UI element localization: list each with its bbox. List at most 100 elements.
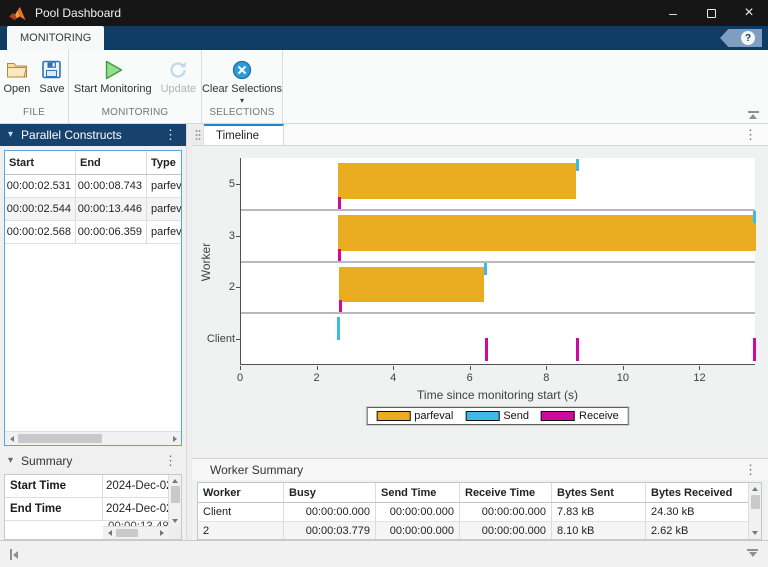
- column-header[interactable]: Bytes Sent: [552, 483, 646, 502]
- tab-timeline[interactable]: Timeline: [204, 124, 284, 145]
- maximize-button[interactable]: [692, 0, 730, 26]
- scrollbar-thumb[interactable]: [116, 529, 138, 537]
- receive-tick[interactable]: [753, 338, 756, 361]
- summary-row[interactable]: Start Time 2024-Dec-02: [5, 475, 168, 498]
- scroll-left-arrow-icon[interactable]: [103, 527, 116, 540]
- x-tick-label: 10: [616, 372, 630, 384]
- column-header[interactable]: Worker: [198, 483, 284, 502]
- send-tick[interactable]: [336, 317, 340, 341]
- send-tick[interactable]: [484, 262, 488, 275]
- summary-row[interactable]: End Time 2024-Dec-02: [5, 498, 168, 521]
- parallel-constructs-header[interactable]: ▾ Parallel Constructs ⋮: [0, 124, 186, 146]
- table-row[interactable]: 00:00:02.53100:00:08.743 parfeval: [5, 175, 181, 198]
- panel-menu-icon[interactable]: ⋮: [164, 454, 177, 467]
- tab-monitoring[interactable]: MONITORING: [7, 26, 105, 50]
- minimize-icon: –: [669, 5, 677, 21]
- maximize-icon: [706, 8, 716, 18]
- x-tick-mark: [622, 366, 624, 370]
- worker-summary-table[interactable]: Worker Busy Send Time Receive Time Bytes Sen…: [197, 482, 762, 540]
- pc-horizontal-scrollbar[interactable]: [5, 431, 181, 445]
- open-label: Open: [3, 83, 31, 95]
- parfeval-bar[interactable]: [339, 266, 485, 303]
- collapse-ribbon-button[interactable]: [746, 111, 760, 119]
- summary-horizontal-scrollbar[interactable]: [103, 526, 168, 539]
- open-button[interactable]: Open: [1, 55, 34, 96]
- column-header[interactable]: Type: [147, 151, 181, 174]
- update-label: Update: [160, 83, 197, 95]
- column-header[interactable]: Start: [5, 151, 76, 174]
- close-button[interactable]: ×: [730, 0, 768, 26]
- legend-label: Send: [503, 410, 530, 422]
- panel-menu-icon[interactable]: ⋮: [744, 463, 757, 476]
- table-cell: 8.10 kB: [552, 522, 646, 539]
- send-tick[interactable]: [575, 159, 579, 171]
- collapse-bottom-button[interactable]: [747, 549, 758, 557]
- titlebar: Pool Dashboard – ×: [0, 0, 768, 26]
- receive-tick[interactable]: [484, 338, 488, 361]
- summary-rows: Start Time 2024-Dec-02 End Time 2024-Dec-02: [5, 475, 181, 521]
- scroll-left-arrow-icon[interactable]: [5, 432, 18, 446]
- legend-label: parfeval: [414, 410, 454, 422]
- worker-summary-header[interactable]: Worker Summary ⋮: [192, 458, 768, 480]
- table-row[interactable]: 2 00:00:03.779 00:00:00.000 00:00:00.000 8.1…: [198, 522, 748, 539]
- clear-selections-button[interactable]: Clear Selections ▾: [199, 55, 285, 105]
- folder-open-icon: [6, 56, 28, 83]
- table-cell: 00:00:03.779: [284, 522, 376, 539]
- collapse-bottom-icon: [747, 549, 758, 551]
- legend-label: Receive: [579, 410, 619, 422]
- scroll-up-arrow-icon[interactable]: [169, 475, 182, 486]
- ws-vertical-scrollbar[interactable]: [748, 483, 761, 539]
- scrollbar-thumb[interactable]: [18, 434, 102, 443]
- help-button[interactable]: ?: [720, 29, 762, 47]
- x-tick-label: 8: [543, 372, 550, 384]
- column-header[interactable]: Send Time: [376, 483, 460, 502]
- scroll-up-arrow-icon[interactable]: [749, 483, 762, 495]
- send-tick[interactable]: [753, 210, 756, 223]
- table-row[interactable]: Client 00:00:00.000 00:00:00.000 00:00:00.0…: [198, 503, 748, 522]
- start-monitoring-button[interactable]: Start Monitoring: [71, 55, 155, 96]
- receive-tick[interactable]: [338, 248, 342, 261]
- table-row[interactable]: 00:00:02.56800:00:06.359 parfeval: [5, 221, 181, 244]
- scrollbar-thumb[interactable]: [750, 495, 760, 509]
- column-header[interactable]: Bytes Received: [646, 483, 748, 502]
- table-cell: parfeval: [151, 180, 181, 192]
- parfeval-bar[interactable]: [337, 163, 576, 199]
- panel-grip-handle[interactable]: [192, 124, 204, 145]
- summary-header[interactable]: ▾ Summary ⋮: [0, 450, 186, 472]
- timeline-plot[interactable]: [240, 158, 756, 365]
- scroll-right-arrow-icon[interactable]: [168, 432, 181, 446]
- collapse-panel-icon[interactable]: ▾: [8, 456, 13, 466]
- collapse-left-button[interactable]: [10, 549, 18, 560]
- x-axis-label: Time since monitoring start (s): [417, 388, 578, 402]
- receive-tick[interactable]: [576, 338, 580, 361]
- receive-tick[interactable]: [339, 300, 343, 313]
- window-controls: – ×: [654, 0, 768, 26]
- x-tick-mark: [469, 366, 471, 370]
- parfeval-bar[interactable]: [338, 214, 756, 251]
- receive-tick[interactable]: [337, 196, 341, 209]
- parallel-constructs-rows: Start End Type 00:00:02.531 00:00:08.743 parf…: [5, 151, 181, 244]
- legend-swatch: [376, 411, 411, 421]
- scroll-down-arrow-icon[interactable]: [749, 527, 762, 539]
- scroll-right-arrow-icon[interactable]: [155, 527, 168, 540]
- scrollbar-thumb[interactable]: [170, 486, 180, 503]
- collapse-panel-icon[interactable]: ▾: [8, 130, 13, 140]
- parallel-constructs-table[interactable]: Start End Type 00:00:02.531 00:00:08.743 parf…: [4, 150, 182, 446]
- table-cell: 00:00:13.446: [76, 198, 147, 220]
- panel-menu-icon[interactable]: ⋮: [164, 128, 177, 141]
- save-button[interactable]: Save: [36, 55, 67, 96]
- minimize-button[interactable]: –: [654, 0, 692, 26]
- scroll-down-arrow-icon[interactable]: [169, 515, 182, 526]
- toolbar-group-monitoring: Start Monitoring Update MONITORING: [69, 50, 202, 123]
- panel-menu-icon[interactable]: ⋮: [744, 128, 757, 141]
- x-tick-label: 0: [236, 372, 244, 384]
- table-cell: parfeval: [151, 203, 181, 215]
- column-header[interactable]: End: [76, 151, 147, 174]
- summary-vertical-scrollbar[interactable]: [168, 475, 181, 526]
- column-header[interactable]: Busy: [284, 483, 376, 502]
- summary-table[interactable]: Start Time 2024-Dec-02 End Time 2024-Dec-02…: [4, 474, 182, 540]
- column-header[interactable]: Receive Time: [460, 483, 552, 502]
- group-label-monitoring: MONITORING: [101, 107, 169, 118]
- table-row[interactable]: 00:00:02.54400:00:13.446 parfeval: [5, 198, 181, 221]
- update-button[interactable]: Update: [158, 55, 199, 96]
